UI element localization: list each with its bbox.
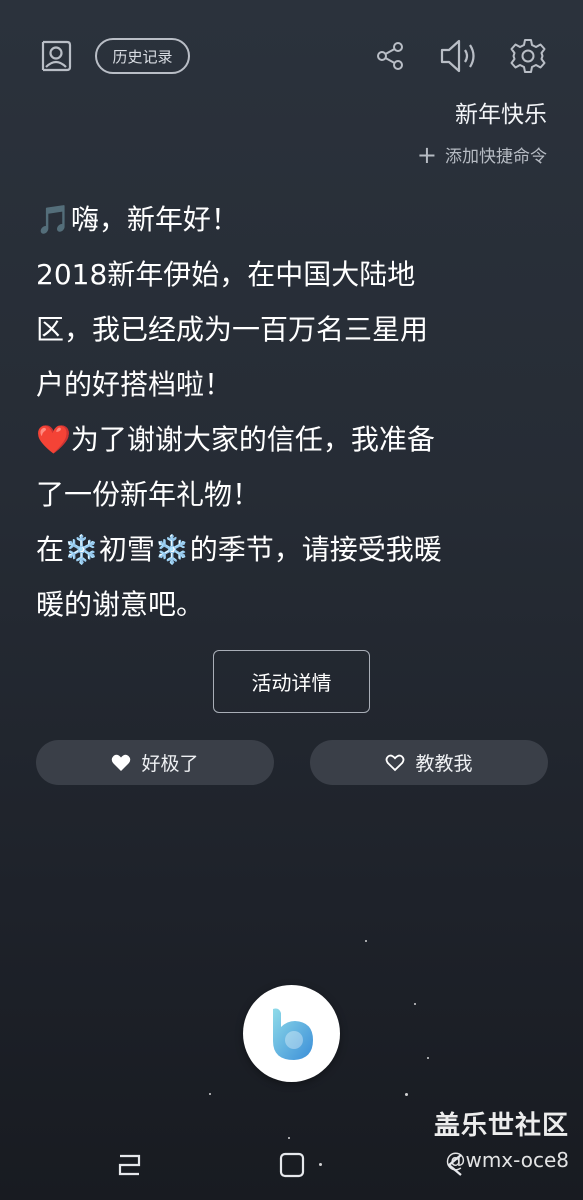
- top-bar: 历史记录: [0, 0, 583, 110]
- home-button[interactable]: [272, 1145, 312, 1185]
- bixby-voice-button[interactable]: [243, 985, 340, 1082]
- share-icon[interactable]: [372, 38, 408, 74]
- star-dot: [365, 940, 367, 942]
- message-line: 暖的谢意吧。: [36, 588, 205, 621]
- command-title: 新年快乐: [455, 102, 547, 128]
- response-message: 🎵嗨，新年好！ 2018新年伊始，在中国大陆地 区，我已经成为一百万名三星用 户…: [36, 192, 546, 632]
- teach-me-label: 教教我: [415, 753, 473, 775]
- message-line: 2018新年伊始，在中国大陆地: [36, 258, 416, 291]
- back-button[interactable]: [436, 1145, 476, 1185]
- message-line: 区，我已经成为一百万名三星用: [36, 313, 429, 346]
- plus-icon: +: [416, 140, 437, 169]
- message-line: 在❄️初雪❄️的季节，请接受我暖: [36, 533, 442, 566]
- recent-apps-button[interactable]: [110, 1145, 150, 1185]
- profile-icon[interactable]: [36, 37, 74, 75]
- star-dot: [209, 1093, 211, 1095]
- heart-filled-icon: [112, 754, 131, 771]
- event-details-button[interactable]: 活动详情: [213, 650, 370, 713]
- add-shortcut-button[interactable]: + 添加快捷命令: [416, 140, 547, 169]
- history-button[interactable]: 历史记录: [95, 38, 190, 74]
- back-icon: [447, 1154, 462, 1176]
- great-feedback-button[interactable]: 好极了: [36, 740, 274, 785]
- message-line: 户的好搭档啦！: [36, 368, 233, 401]
- navigation-bar: [0, 1130, 583, 1200]
- volume-icon[interactable]: [438, 36, 480, 76]
- message-line: 🎵嗨，新年好！: [36, 203, 239, 236]
- star-dot: [427, 1057, 429, 1059]
- add-shortcut-label: 添加快捷命令: [445, 147, 547, 167]
- settings-icon[interactable]: [508, 36, 548, 76]
- home-icon: [279, 1152, 305, 1178]
- recent-apps-icon: [118, 1154, 141, 1176]
- bixby-logo-icon: [272, 1008, 313, 1060]
- heart-outline-icon: [386, 754, 405, 771]
- teach-me-button[interactable]: 教教我: [310, 740, 548, 785]
- great-feedback-label: 好极了: [141, 753, 199, 775]
- star-dot: [414, 1003, 416, 1005]
- message-line: ❤️为了谢谢大家的信任，我准备: [36, 423, 435, 456]
- star-dot: [405, 1093, 408, 1096]
- message-line: 了一份新年礼物！: [36, 478, 261, 511]
